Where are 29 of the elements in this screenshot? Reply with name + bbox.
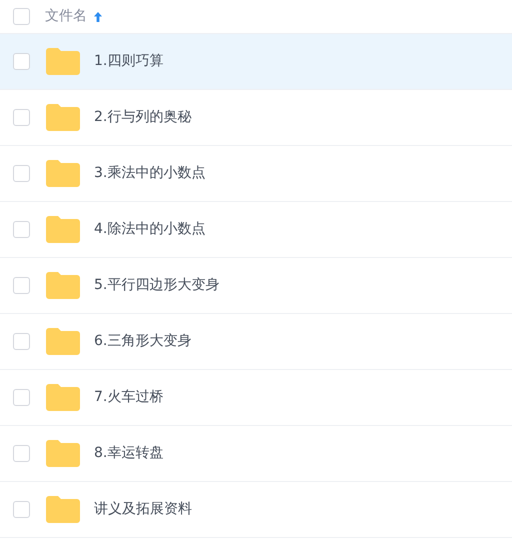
file-name[interactable]: 1.四则巧算 [94,51,164,72]
file-name[interactable]: 3.乘法中的小数点 [94,163,206,184]
file-name[interactable]: 7.火车过桥 [94,387,164,408]
file-name[interactable]: 2.行与列的奥秘 [94,107,192,128]
checkbox[interactable] [13,333,30,350]
checkbox[interactable] [13,501,30,518]
file-name[interactable]: 6.三角形大变身 [94,331,192,352]
file-name[interactable]: 8.幸运转盘 [94,443,164,464]
file-name[interactable]: 讲义及拓展资料 [94,499,192,520]
checkbox[interactable] [13,445,30,462]
checkbox[interactable] [13,221,30,238]
folder-icon [46,328,80,355]
folder-icon [46,496,80,523]
file-name[interactable]: 4.除法中的小数点 [94,219,206,240]
folder-icon [46,160,80,187]
checkbox[interactable] [13,165,30,182]
file-name[interactable]: 5.平行四边形大变身 [94,275,220,296]
folder-icon [46,440,80,467]
checkbox[interactable] [13,53,30,70]
file-row[interactable]: 1.四则巧算 [0,34,512,90]
checkbox[interactable] [13,109,30,126]
folder-icon [46,104,80,131]
folder-icon [46,48,80,75]
checkbox[interactable] [13,389,30,406]
folder-icon [46,272,80,299]
folder-icon [46,216,80,243]
checkbox[interactable] [13,8,30,25]
folder-icon [46,384,80,411]
checkbox[interactable] [13,277,30,294]
